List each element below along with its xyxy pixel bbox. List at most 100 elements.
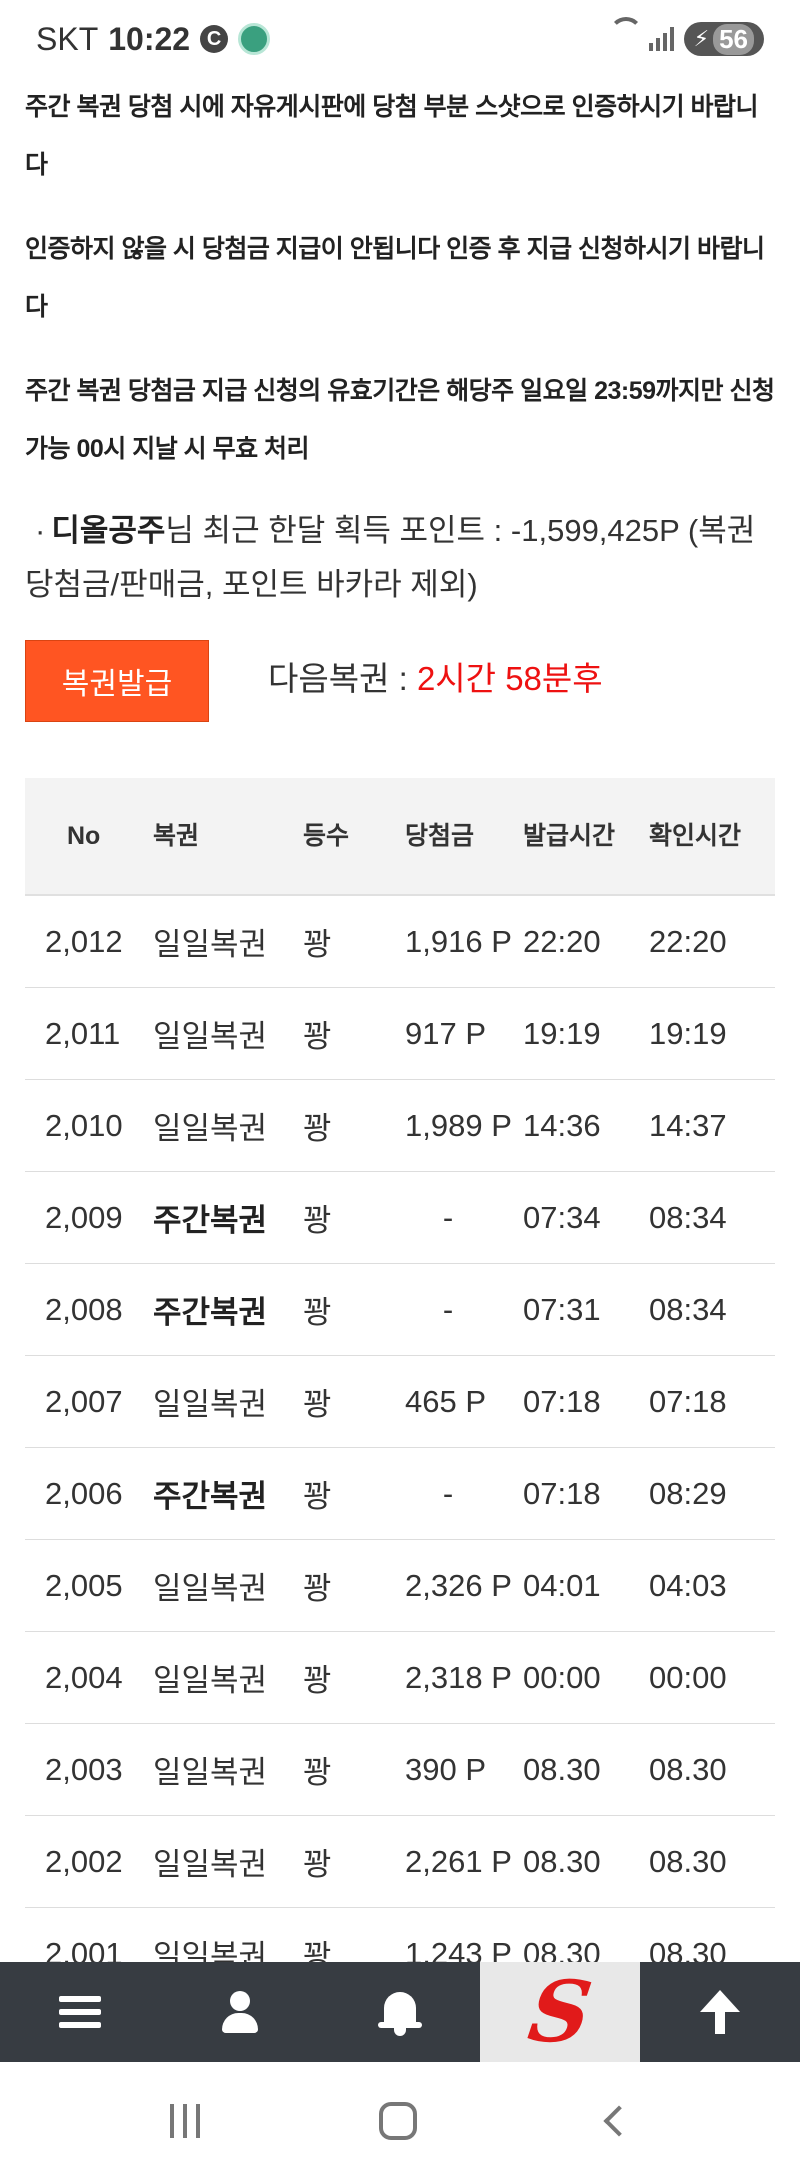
back-icon [603, 2105, 635, 2137]
site-logo-icon: S [522, 1962, 598, 2061]
battery-indicator: ⚡ 56 [683, 22, 764, 56]
android-nav-bar [0, 2062, 800, 2180]
cell-prize: 917 P [405, 1015, 487, 1051]
cell-type: 일일복권 [153, 1755, 268, 1790]
cell-type: 일일복권 [153, 1387, 268, 1422]
table-row: 2,004 일일복권 꽝 2,318 P 00:00 00:00 [25, 1632, 775, 1724]
cell-checked: 22:20 [649, 923, 727, 959]
cell-type: 일일복권 [153, 1019, 268, 1054]
user-nickname: 디올공주 [51, 513, 166, 548]
cell-no: 2,005 [45, 1567, 123, 1603]
header-issued: 발급시간 [523, 822, 616, 850]
cell-issued: 07:31 [523, 1291, 601, 1327]
cell-type: 일일복권 [153, 1111, 268, 1146]
cell-no: 2,011 [45, 1015, 121, 1051]
notice-1: 주간 복권 당첨 시에 자유게시판에 당첨 부분 스샷으로 인증하시기 바랍니다 [25, 93, 759, 179]
cell-checked: 08.30 [649, 1843, 727, 1879]
cell-prize: 390 P [405, 1751, 487, 1787]
bullet: · [35, 513, 46, 548]
status-bar: SKT 10:22 C ⚡ 56 [0, 0, 800, 78]
signal-icon [648, 27, 674, 51]
cell-issued: 04:01 [523, 1567, 601, 1603]
cell-checked: 08.30 [649, 1751, 727, 1787]
nav-scroll-top-button[interactable] [640, 1962, 800, 2062]
cell-issued: 22:20 [523, 923, 601, 959]
cell-issued: 07:18 [523, 1475, 601, 1511]
cell-no: 2,009 [45, 1199, 123, 1235]
header-prize: 당첨금 [405, 822, 475, 850]
notice-3: 주간 복권 당첨금 지급 신청의 유효기간은 해당주 일요일 23:59까지만 … [25, 377, 775, 463]
cell-type: 일일복권 [153, 1847, 268, 1882]
header-grade: 등수 [303, 822, 350, 850]
issue-lottery-button[interactable]: 복권발급 [25, 640, 209, 722]
cell-no: 2,007 [45, 1383, 123, 1419]
cell-grade: 꽝 [303, 1203, 332, 1238]
cell-grade: 꽝 [303, 1847, 332, 1882]
cell-checked: 00:00 [649, 1659, 727, 1695]
cell-type: 주간복권 [153, 1203, 268, 1238]
cell-grade: 꽝 [303, 927, 332, 962]
cell-prize: 2,326 P [405, 1567, 512, 1603]
table-row: 2,012 일일복권 꽝 1,916 P 22:20 22:20 [25, 896, 775, 988]
table-row: 2,007 일일복권 꽝 465 P 07:18 07:18 [25, 1356, 775, 1448]
cell-issued: 14:36 [523, 1107, 601, 1143]
wifi-icon [609, 27, 639, 51]
home-button[interactable] [359, 2082, 437, 2160]
monthly-points-info: · 디올공주님 최근 한달 획득 포인트 : -1,599,425P (복권 당첨… [25, 504, 785, 612]
cell-no: 2,008 [45, 1291, 123, 1327]
cell-type: 주간복권 [153, 1479, 268, 1514]
cell-prize: 1,916 P [405, 923, 512, 959]
cell-issued: 08.30 [523, 1843, 601, 1879]
next-lottery-timer: 다음복권 : 2시간 58분후 [268, 652, 603, 700]
bottom-nav: S [0, 1962, 800, 2062]
cell-prize: - [442, 1475, 454, 1511]
cell-checked: 19:19 [649, 1015, 727, 1051]
cell-grade: 꽝 [303, 1755, 332, 1790]
clock: 10:22 [108, 20, 191, 57]
cell-issued: 19:19 [523, 1015, 601, 1051]
cell-checked: 08:29 [649, 1475, 727, 1511]
table-row: 2,003 일일복권 꽝 390 P 08.30 08.30 [25, 1724, 775, 1816]
bell-icon [378, 1988, 422, 2036]
cell-no: 2,003 [45, 1751, 123, 1787]
user-icon [220, 1991, 260, 2033]
cell-grade: 꽝 [303, 1663, 332, 1698]
cell-prize: 2,318 P [405, 1659, 512, 1695]
cell-grade: 꽝 [303, 1111, 332, 1146]
home-icon [378, 2102, 417, 2140]
back-button[interactable] [576, 2090, 650, 2152]
nav-menu-button[interactable] [0, 1962, 160, 2062]
lottery-history-table: No 복권 등수 당첨금 발급시간 확인시간 2,012 일일복권 꽝 1,916 P… [25, 778, 775, 2000]
nav-notification-button[interactable] [320, 1962, 480, 2062]
cell-type: 일일복권 [153, 1571, 268, 1606]
table-header: No 복권 등수 당첨금 발급시간 확인시간 [25, 778, 775, 896]
cell-grade: 꽝 [303, 1479, 332, 1514]
cell-no: 2,004 [45, 1659, 123, 1695]
carrier-label: SKT [36, 20, 99, 57]
cell-grade: 꽝 [303, 1295, 332, 1330]
recents-button[interactable] [150, 2084, 220, 2158]
cell-prize: - [442, 1291, 454, 1327]
cell-grade: 꽝 [303, 1571, 332, 1606]
cell-issued: 07:34 [523, 1199, 601, 1235]
cell-checked: 08:34 [649, 1199, 727, 1235]
cell-prize: 2,261 P [405, 1843, 512, 1879]
cell-checked: 14:37 [649, 1107, 727, 1143]
nav-user-button[interactable] [160, 1962, 320, 2062]
next-lottery-label: 다음복권 : [268, 660, 417, 697]
cell-no: 2,010 [45, 1107, 123, 1143]
cell-type: 주간복권 [153, 1295, 268, 1330]
c-badge-icon: C [200, 25, 229, 53]
table-row: 2,005 일일복권 꽝 2,326 P 04:01 04:03 [25, 1540, 775, 1632]
charging-bolt-icon: ⚡ [693, 26, 710, 51]
nav-home-logo[interactable]: S [480, 1962, 640, 2062]
arrow-up-icon [700, 1990, 740, 2034]
table-row: 2,006 주간복권 꽝 - 07:18 08:29 [25, 1448, 775, 1540]
table-body: 2,012 일일복권 꽝 1,916 P 22:20 22:20 2,011 일일복권 꽝 917… [25, 896, 775, 2000]
cell-no: 2,012 [45, 923, 123, 959]
cell-no: 2,002 [45, 1843, 123, 1879]
cell-issued: 08.30 [523, 1751, 601, 1787]
table-row: 2,002 일일복권 꽝 2,261 P 08.30 08.30 [25, 1816, 775, 1908]
table-row: 2,008 주간복권 꽝 - 07:31 08:34 [25, 1264, 775, 1356]
table-row: 2,011 일일복권 꽝 917 P 19:19 19:19 [25, 988, 775, 1080]
